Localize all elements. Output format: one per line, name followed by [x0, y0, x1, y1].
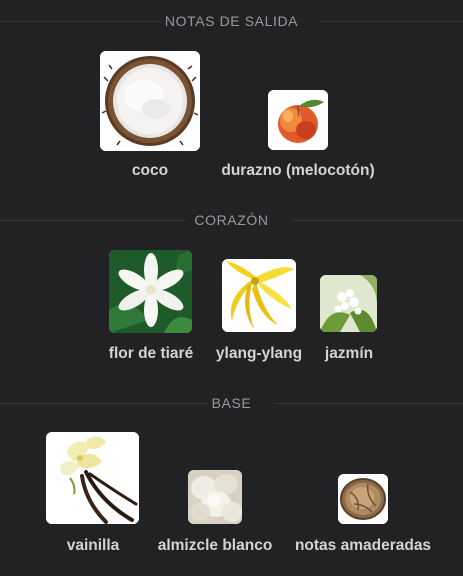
- note-label: flor de tiaré: [108, 345, 194, 362]
- divider-right: [320, 21, 463, 22]
- tiare-flower-image: [109, 250, 192, 333]
- coconut-image: [100, 51, 200, 151]
- note-label: coco: [131, 162, 169, 179]
- section-header-heart-notes: CORAZÓN: [0, 210, 463, 230]
- section-header-base-notes: BASE: [0, 393, 463, 413]
- white-musk-image: [188, 470, 242, 524]
- woody-notes-image: [338, 474, 388, 524]
- note-label: vainilla: [66, 537, 120, 554]
- divider-right: [292, 220, 463, 221]
- peach-image: [268, 90, 328, 150]
- note-label: ylang-ylang: [215, 345, 303, 362]
- section-header-top-notes: NOTAS DE SALIDA: [0, 11, 463, 31]
- note-label: durazno (melocotón): [221, 162, 375, 179]
- note-label: notas amaderadas: [294, 537, 432, 554]
- jasmine-image: [320, 275, 377, 332]
- ylang-ylang-image: [222, 259, 296, 332]
- divider-right: [274, 403, 463, 404]
- note-label: jazmín: [324, 345, 374, 362]
- vanilla-image: [46, 432, 139, 524]
- note-label: almizcle blanco: [157, 537, 273, 554]
